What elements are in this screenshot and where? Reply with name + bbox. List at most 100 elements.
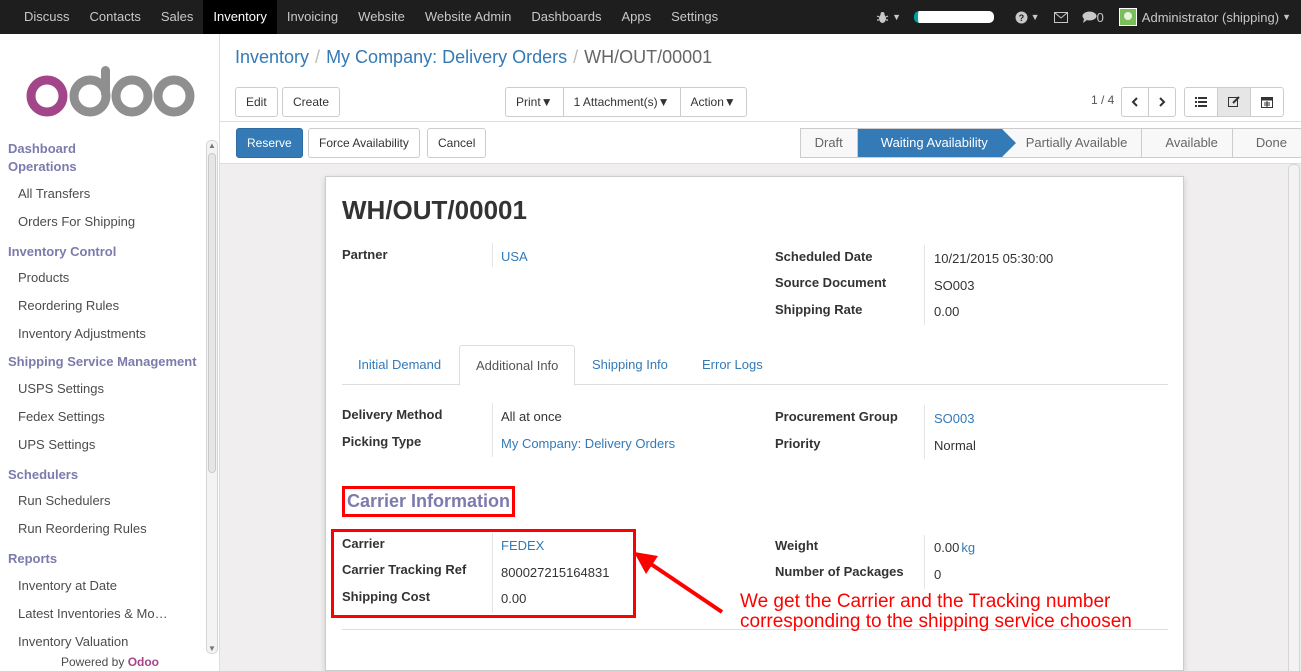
breadcrumb-inventory[interactable]: Inventory [235, 47, 309, 67]
sidebar-item-inventory-valuation[interactable]: Inventory Valuation [0, 628, 205, 656]
carrier-label: Carrier [342, 536, 385, 551]
sidebar-section-operations: Operations [8, 159, 77, 174]
weight-field[interactable]: 0.00 kg [934, 540, 975, 555]
procurement-group-field[interactable]: SO003 [934, 411, 974, 426]
reserve-button[interactable]: Reserve [236, 128, 303, 158]
source-document-field[interactable]: SO003 [934, 278, 974, 293]
menu-inventory[interactable]: Inventory [203, 0, 277, 34]
menu-invoicing[interactable]: Invoicing [277, 0, 348, 34]
sidebar-item-products[interactable]: Products [0, 264, 205, 292]
status-partially-available: Partially Available [1001, 128, 1142, 158]
status-steps: Draft Waiting Availability Partially Ava… [799, 128, 1301, 158]
menu-contacts[interactable]: Contacts [80, 0, 151, 34]
sidebar-item-inventory-at-date[interactable]: Inventory at Date [0, 572, 205, 600]
sidebar-item-run-reordering-rules[interactable]: Run Reordering Rules [0, 515, 205, 543]
picking-type-label: Picking Type [342, 434, 422, 449]
breadcrumb-delivery-orders[interactable]: My Company: Delivery Orders [326, 47, 567, 67]
cancel-button[interactable]: Cancel [427, 128, 487, 158]
avatar [1118, 8, 1137, 26]
annotation-line-2: corresponding to the shipping service ch… [740, 611, 1132, 632]
view-switcher [1184, 87, 1284, 117]
form-view-button[interactable] [1217, 87, 1251, 117]
attachments-dropdown[interactable]: 1 Attachment(s) ▼ [562, 87, 681, 117]
tab-shipping-info[interactable]: Shipping Info [576, 345, 684, 385]
caret-down-icon: ▼ [657, 95, 670, 109]
sidebar-item-ups-settings[interactable]: UPS Settings [0, 431, 205, 459]
tab-error-logs[interactable]: Error Logs [686, 345, 779, 385]
bug-icon [876, 11, 889, 23]
sidebar-scrollbar[interactable]: ▲ ▼ [206, 140, 218, 654]
chat-button[interactable]: 0 [1075, 10, 1111, 25]
delivery-method-field[interactable]: All at once [501, 409, 562, 424]
scroll-up-icon[interactable]: ▲ [208, 141, 216, 150]
sidebar-section-dashboard[interactable]: Dashboard [0, 140, 205, 158]
edit-button[interactable]: Edit [235, 87, 278, 117]
weight-unit[interactable]: kg [961, 540, 975, 555]
menu-website[interactable]: Website [348, 0, 415, 34]
odoo-logo [26, 66, 195, 117]
menu-settings[interactable]: Settings [661, 0, 728, 34]
annotation-arrow [634, 552, 724, 614]
menu-sales[interactable]: Sales [151, 0, 204, 34]
menu-website-admin[interactable]: Website Admin [415, 0, 521, 34]
menu-dashboards[interactable]: Dashboards [521, 0, 611, 34]
sidebar-item-fedex-settings[interactable]: Fedex Settings [0, 403, 205, 431]
sidebar-item-all-transfers[interactable]: All Transfers [0, 180, 205, 208]
partner-label: Partner [342, 247, 388, 262]
help-menu[interactable]: ? ▼ [1008, 11, 1047, 24]
sidebar-section-inventory-control: Inventory Control [8, 244, 117, 259]
chevron-down-icon: ▼ [1030, 12, 1040, 22]
shipping-cost-field[interactable]: 0.00 [501, 591, 526, 606]
list-view-button[interactable] [1184, 87, 1218, 117]
pager-next[interactable] [1148, 87, 1176, 117]
tab-additional-info[interactable]: Additional Info [459, 345, 576, 386]
scrollbar-thumb[interactable] [208, 153, 216, 473]
scroll-down-icon[interactable]: ▼ [208, 644, 216, 653]
menu-apps[interactable]: Apps [611, 0, 661, 34]
action-dropdown[interactable]: Action ▼ [679, 87, 747, 117]
sidebar-item-usps-settings[interactable]: USPS Settings [0, 375, 205, 403]
packages-field[interactable]: 0 [934, 567, 941, 582]
powered-by-brand[interactable]: Odoo [128, 655, 159, 669]
form-statusbar: Reserve Force Availability Cancel Draft … [220, 122, 1301, 164]
carrier-field[interactable]: FEDEX [501, 538, 544, 553]
systray: ▼ ? ▼ 0 Administrator (shipping) ▼ [874, 0, 1301, 34]
sidebar-item-run-schedulers[interactable]: Run Schedulers [0, 487, 205, 515]
tab-initial-demand[interactable]: Initial Demand [342, 345, 457, 385]
calendar-view-button[interactable] [1250, 87, 1284, 117]
scheduled-date-field[interactable]: 10/21/2015 05:30:00 [934, 251, 1053, 266]
user-menu[interactable]: Administrator (shipping) ▼ [1111, 8, 1301, 26]
partner-field[interactable]: USA [501, 249, 528, 264]
chevron-left-icon [1131, 97, 1138, 107]
sidebar-item-latest-inventories[interactable]: Latest Inventories & Mo… [0, 600, 205, 628]
main-scrollbar[interactable] [1288, 164, 1300, 671]
envelope-icon [1053, 11, 1068, 23]
carrier-tracking-field[interactable]: 800027215164831 [501, 565, 609, 580]
help-icon: ? [1015, 11, 1028, 23]
chevron-down-icon: ▼ [892, 12, 902, 22]
status-waiting-availability: Waiting Availability [856, 128, 1016, 158]
record-title: WH/OUT/00001 [342, 195, 527, 225]
top-navbar: Discuss Contacts Sales Inventory Invoici… [0, 0, 1301, 34]
status-draft: Draft [800, 129, 857, 157]
mail-button[interactable] [1047, 11, 1075, 23]
picking-type-field[interactable]: My Company: Delivery Orders [501, 436, 675, 451]
user-name: Administrator (shipping) [1141, 9, 1280, 25]
sidebar-item-orders-for-shipping[interactable]: Orders For Shipping [0, 208, 205, 236]
print-dropdown[interactable]: Print ▼ [505, 87, 564, 117]
shipping-rate-field[interactable]: 0.00 [934, 304, 959, 319]
control-panel: Inventory / My Company: Delivery Orders / WH… [220, 34, 1301, 122]
debug-menu[interactable]: ▼ [874, 11, 904, 24]
menu-discuss[interactable]: Discuss [14, 0, 80, 34]
pager-previous[interactable] [1121, 87, 1149, 117]
pager-value[interactable]: 1 / 4 [1091, 93, 1114, 107]
priority-field[interactable]: Normal [934, 438, 976, 453]
priority-label: Priority [775, 436, 821, 451]
sidebar-item-inventory-adjustments[interactable]: Inventory Adjustments [0, 320, 205, 348]
caret-down-icon: ▼ [540, 95, 553, 109]
carrier-information-heading: Carrier Information [342, 486, 516, 517]
sidebar-item-reordering-rules[interactable]: Reordering Rules [0, 292, 205, 320]
status-done: Done [1231, 128, 1301, 158]
create-button[interactable]: Create [282, 87, 341, 117]
force-availability-button[interactable]: Force Availability [308, 128, 420, 158]
